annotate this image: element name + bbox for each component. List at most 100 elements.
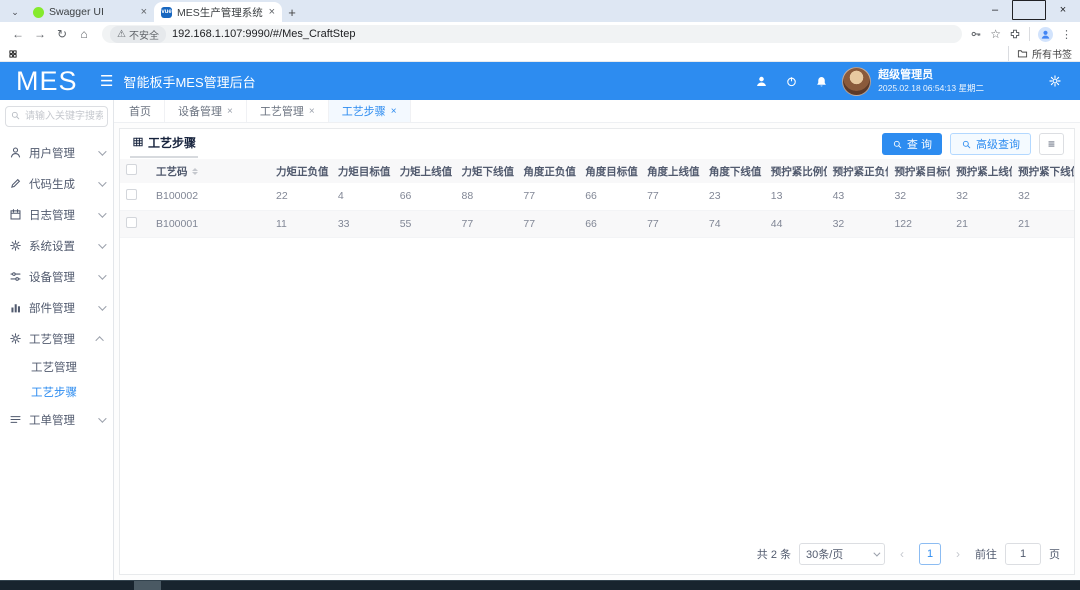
- settings-gear-icon[interactable]: [1040, 74, 1070, 88]
- goto-page-input[interactable]: [1005, 543, 1041, 565]
- sidebar-item[interactable]: 设备管理: [0, 261, 113, 292]
- chevron-down-icon: [98, 147, 106, 155]
- page-unit-label: 页: [1049, 546, 1060, 562]
- all-bookmarks-button[interactable]: 所有书签: [1008, 46, 1072, 61]
- query-search-icon: [892, 139, 903, 150]
- chevron-down-icon: [98, 178, 106, 186]
- sidebar-item[interactable]: 日志管理: [0, 199, 113, 230]
- table-grid-icon: [132, 136, 144, 148]
- new-tab-button[interactable]: +: [282, 2, 302, 22]
- chevron-down-icon: [98, 271, 106, 279]
- bookmarks-bar: 所有书签: [0, 46, 1080, 62]
- page-tab-close-icon[interactable]: ×: [227, 106, 233, 117]
- table-row: B1000022246688776677231343323232: [120, 183, 1074, 210]
- sidebar-item[interactable]: 工艺管理: [0, 323, 113, 354]
- table-cell: 32: [827, 210, 889, 237]
- table-cell: 13: [765, 183, 827, 210]
- page-tab[interactable]: 首页: [116, 100, 165, 122]
- forward-icon[interactable]: →: [30, 24, 50, 44]
- column-header[interactable]: 工艺码: [150, 159, 270, 183]
- table-cell: 77: [517, 183, 579, 210]
- table-cell: 77: [641, 183, 703, 210]
- query-button[interactable]: 查 询: [882, 133, 942, 155]
- page-size-select[interactable]: 30条/页: [799, 543, 885, 565]
- next-page-button[interactable]: ›: [949, 547, 967, 561]
- sidebar-collapse-icon[interactable]: ☰: [100, 72, 113, 90]
- browser-tab[interactable]: vueMES生产管理系统×: [154, 2, 282, 22]
- sidebar-item[interactable]: 工单管理: [0, 404, 113, 435]
- select-all-checkbox[interactable]: [126, 164, 137, 175]
- row-checkbox[interactable]: [126, 217, 137, 228]
- work-order-icon: [9, 413, 23, 426]
- window-close-button[interactable]: ×: [1046, 0, 1080, 20]
- tab-search-chevron-icon[interactable]: ⌄: [4, 2, 26, 22]
- reload-icon[interactable]: ↻: [52, 24, 72, 44]
- browser-tab-title: MES生产管理系统: [177, 5, 264, 20]
- column-header: 力矩上线值: [394, 159, 456, 183]
- page-tab[interactable]: 设备管理×: [165, 100, 247, 122]
- column-menu-button[interactable]: ≡: [1039, 133, 1064, 155]
- page-tab[interactable]: 工艺管理×: [247, 100, 329, 122]
- taskbar-active-app-button[interactable]: [134, 581, 161, 590]
- column-header: 预拧紧上线值: [950, 159, 1012, 183]
- sidebar-item[interactable]: 代码生成: [0, 168, 113, 199]
- column-header: 预拧紧比例值: [765, 159, 827, 183]
- lock-screen-icon[interactable]: [776, 75, 806, 88]
- table-cell: B100002: [150, 183, 270, 210]
- row-checkbox[interactable]: [126, 189, 137, 200]
- window-restore-button[interactable]: [1012, 0, 1046, 20]
- table-cell: 88: [456, 183, 518, 210]
- window-minimize-button[interactable]: –: [978, 0, 1012, 20]
- sidebar-item-label: 设备管理: [29, 269, 98, 285]
- chrome-menu-icon[interactable]: ⋮: [1061, 28, 1072, 41]
- sort-carets-icon[interactable]: [192, 165, 198, 178]
- browser-tab[interactable]: Swagger UI×: [26, 2, 154, 22]
- sidebar-item-label: 部件管理: [29, 300, 98, 316]
- bar-chart-icon: [9, 301, 23, 314]
- sidebar-item-label: 工单管理: [29, 412, 98, 428]
- page-tab-close-icon[interactable]: ×: [391, 106, 397, 117]
- chrome-profile-icon[interactable]: [1038, 27, 1053, 42]
- back-icon[interactable]: ←: [8, 24, 28, 44]
- tab-close-icon[interactable]: ×: [141, 6, 147, 18]
- user-avatar[interactable]: [842, 67, 871, 96]
- sidebar-item[interactable]: 用户管理: [0, 137, 113, 168]
- sidebar-item-label: 代码生成: [29, 176, 98, 192]
- not-secure-label: 不安全: [129, 27, 159, 42]
- user-name: 超级管理员: [878, 69, 984, 83]
- page-tab-close-icon[interactable]: ×: [309, 106, 315, 117]
- sidebar-item-label: 工艺管理: [29, 331, 98, 347]
- tab-close-icon[interactable]: ×: [269, 6, 275, 18]
- sidebar-subitem[interactable]: 工艺管理: [0, 354, 113, 379]
- address-bar[interactable]: ⚠ 不安全 192.168.1.107:9990/#/Mes_CraftStep: [102, 25, 962, 43]
- app-logo: MES: [0, 66, 96, 97]
- extensions-icon[interactable]: [1009, 28, 1021, 40]
- swagger-icon: [33, 7, 44, 18]
- apps-grid-icon[interactable]: [8, 49, 18, 59]
- current-page-button[interactable]: 1: [919, 543, 941, 565]
- password-key-icon[interactable]: [970, 28, 982, 40]
- column-header: 预拧紧正负值: [827, 159, 889, 183]
- page-tab[interactable]: 工艺步骤 ×: [329, 100, 411, 122]
- table-cell: 77: [517, 210, 579, 237]
- not-secure-badge[interactable]: ⚠ 不安全: [110, 26, 166, 43]
- column-header: 力矩目标值: [332, 159, 394, 183]
- prev-page-button[interactable]: ‹: [893, 547, 911, 561]
- page-tab-label: 工艺步骤: [342, 103, 386, 119]
- bookmark-star-icon[interactable]: ☆: [990, 27, 1001, 41]
- user-shortcut-icon[interactable]: [746, 75, 776, 88]
- url-text: 192.168.1.107:9990/#/Mes_CraftStep: [172, 28, 355, 40]
- pen-icon: [9, 177, 23, 190]
- advanced-query-button[interactable]: 高级查询: [950, 133, 1031, 155]
- chevron-down-icon: [873, 549, 880, 556]
- home-icon[interactable]: ⌂: [74, 24, 94, 44]
- sidebar-item-label: 用户管理: [29, 145, 98, 161]
- sidebar-item[interactable]: 系统设置: [0, 230, 113, 261]
- table-cell: 4: [332, 183, 394, 210]
- calendar-icon: [9, 208, 23, 221]
- chevron-down-icon: [98, 302, 106, 310]
- sidebar-item[interactable]: 部件管理: [0, 292, 113, 323]
- sidebar-subitem[interactable]: 工艺步骤: [0, 379, 113, 404]
- table-cell: 43: [827, 183, 889, 210]
- notifications-bell-icon[interactable]: [806, 75, 836, 88]
